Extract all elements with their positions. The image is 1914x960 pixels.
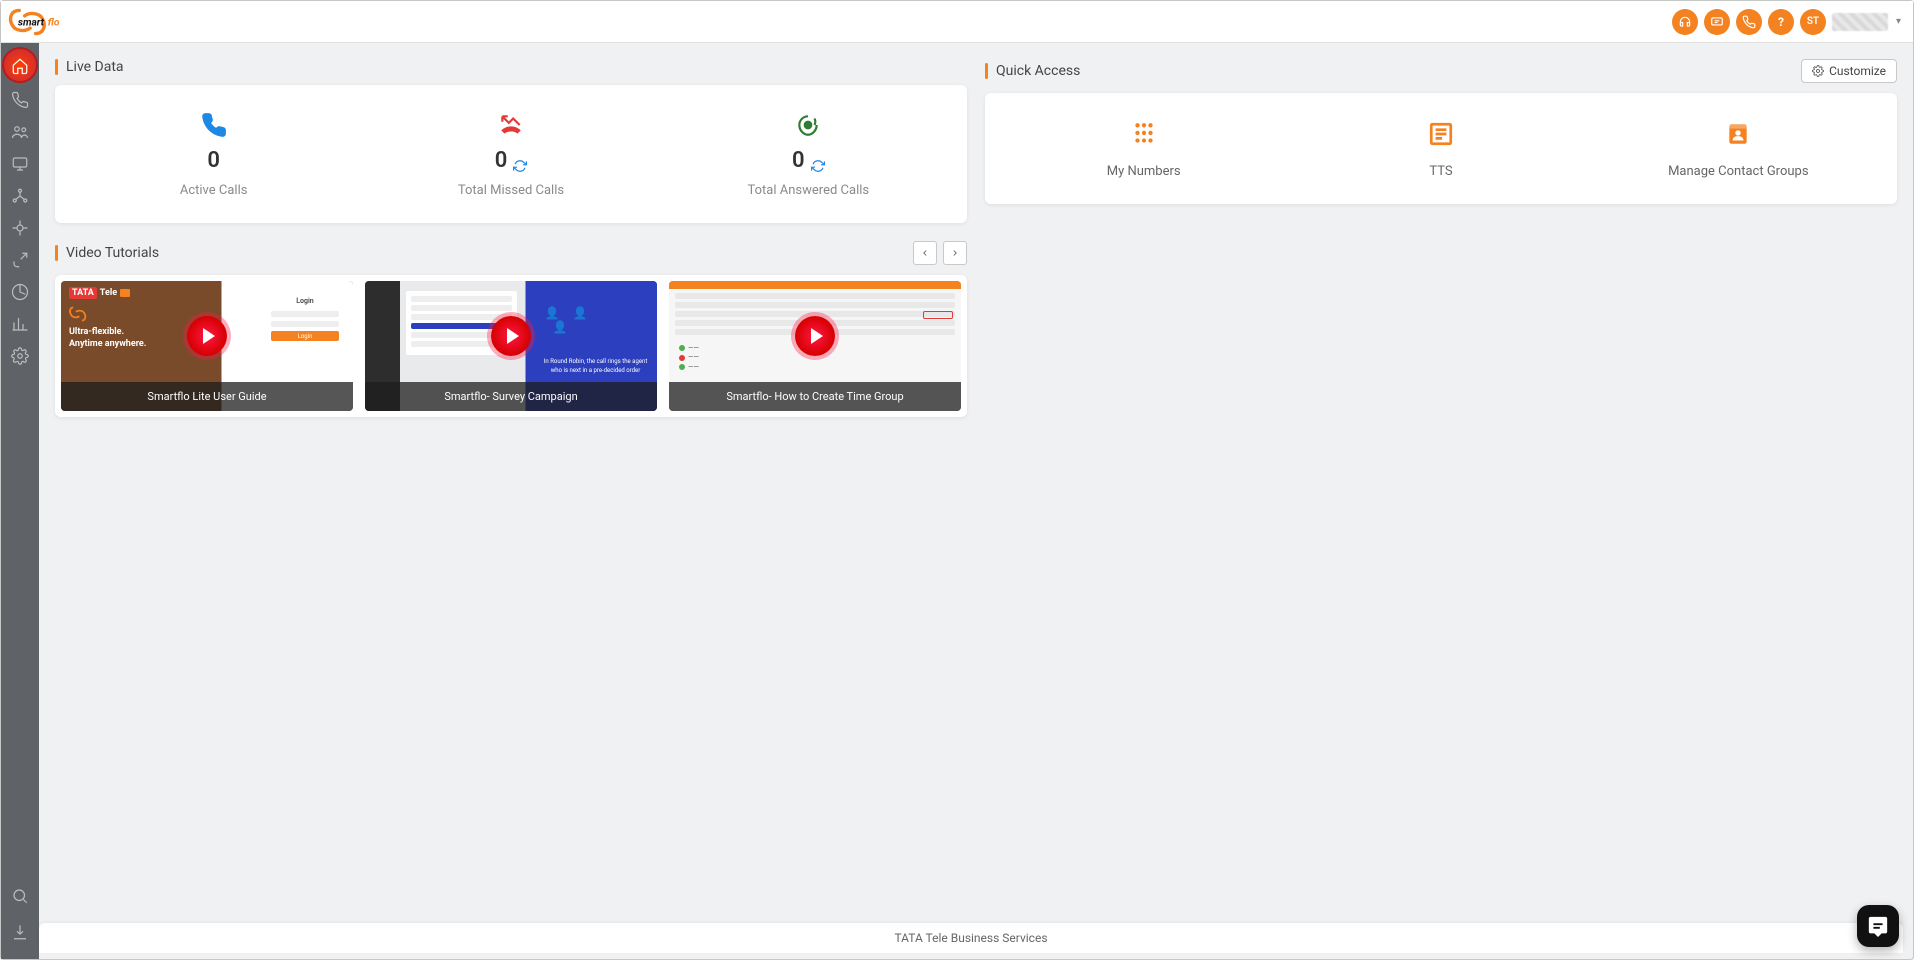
video-card-3[interactable]: —— —— —— Smartflo- How to Create Time Gr…: [669, 281, 961, 411]
sidebar: [1, 43, 39, 959]
sidebar-item-network[interactable]: [3, 181, 37, 211]
pager-next-button[interactable]: [943, 241, 967, 265]
top-actions: ? ST ▾: [1672, 9, 1901, 35]
qa-item-tts[interactable]: TTS: [1292, 118, 1589, 179]
video-title-1: Smartflo Lite User Guide: [61, 382, 353, 411]
live-missed-calls: 0 Total Missed Calls: [362, 110, 659, 198]
sidebar-item-monitor[interactable]: [3, 149, 37, 179]
video-title-3: Smartflo- How to Create Time Group: [669, 382, 961, 411]
answered-call-icon: [660, 110, 957, 140]
phone-icon: [65, 110, 362, 140]
list-box-icon: [1292, 118, 1589, 150]
sidebar-item-contacts[interactable]: [3, 117, 37, 147]
footer-text: TATA Tele Business Services: [894, 931, 1047, 945]
live-answered-calls: 0 Total Answered Calls: [660, 110, 957, 198]
message-icon[interactable]: [1704, 9, 1730, 35]
qa-label-my-numbers: My Numbers: [995, 164, 1292, 179]
headset-icon[interactable]: [1672, 9, 1698, 35]
qa-label-tts: TTS: [1292, 164, 1589, 179]
main-content: Live Data 0 Active Calls 0: [39, 43, 1913, 959]
sidebar-item-inbound[interactable]: [3, 245, 37, 275]
missed-call-icon: [362, 110, 659, 140]
live-missed-calls-label: Total Missed Calls: [362, 183, 659, 198]
footer: TATA Tele Business Services: [39, 923, 1903, 953]
qa-item-contact-groups[interactable]: Manage Contact Groups: [1590, 118, 1887, 179]
svg-text:smart: smart: [18, 17, 45, 28]
live-active-calls: 0 Active Calls: [65, 110, 362, 198]
pager-prev-button[interactable]: [913, 241, 937, 265]
video-pager: [913, 241, 967, 265]
sidebar-item-home[interactable]: [3, 49, 37, 83]
sidebar-item-settings[interactable]: [3, 341, 37, 371]
qa-item-my-numbers[interactable]: My Numbers: [995, 118, 1292, 179]
video-grid: TATA Tele Ultra-flexible. Anytime anywhe…: [55, 275, 967, 417]
contact-book-icon: [1590, 118, 1887, 150]
play-icon: [187, 316, 227, 356]
call-icon[interactable]: [1736, 9, 1762, 35]
live-active-calls-value: 0: [207, 148, 220, 173]
refresh-icon[interactable]: [811, 154, 825, 168]
refresh-icon[interactable]: [513, 154, 527, 168]
video-tutorials-title: Video Tutorials: [55, 245, 159, 261]
user-avatar[interactable]: ST: [1800, 9, 1826, 35]
live-data-card: 0 Active Calls 0 Total Missed Calls: [55, 85, 967, 223]
user-name-redacted: [1832, 13, 1888, 31]
live-active-calls-label: Active Calls: [65, 183, 362, 198]
play-icon: [491, 316, 531, 356]
video-title-2: Smartflo- Survey Campaign: [365, 382, 657, 411]
live-answered-calls-label: Total Answered Calls: [660, 183, 957, 198]
help-icon[interactable]: ?: [1768, 9, 1794, 35]
sidebar-item-reports[interactable]: [3, 277, 37, 307]
sidebar-item-calls[interactable]: [3, 85, 37, 115]
video-card-1[interactable]: TATA Tele Ultra-flexible. Anytime anywhe…: [61, 281, 353, 411]
dial-pad-icon: [995, 118, 1292, 150]
chevron-down-icon[interactable]: ▾: [1896, 16, 1901, 27]
play-icon: [795, 316, 835, 356]
live-missed-calls-value: 0: [495, 148, 508, 173]
sidebar-item-integrations[interactable]: [3, 213, 37, 243]
brand-logo[interactable]: smart flo: [7, 5, 89, 39]
live-answered-calls-value: 0: [792, 148, 805, 173]
quick-access-title: Quick Access: [985, 63, 1080, 79]
customize-button[interactable]: Customize: [1801, 59, 1897, 83]
quick-access-card: My Numbers TTS Manage Contact Groups: [985, 93, 1897, 204]
chat-fab[interactable]: [1857, 905, 1899, 947]
live-data-title: Live Data: [55, 59, 124, 75]
qa-label-contact-groups: Manage Contact Groups: [1590, 164, 1887, 179]
svg-text:flo: flo: [48, 17, 60, 28]
video-card-2[interactable]: 👤 👤 👤 In Round Robin, the call rings the…: [365, 281, 657, 411]
sidebar-item-search[interactable]: [3, 881, 37, 911]
sidebar-item-analytics[interactable]: [3, 309, 37, 339]
top-bar: smart flo ? ST ▾: [1, 1, 1913, 43]
sidebar-item-download[interactable]: [3, 917, 37, 947]
